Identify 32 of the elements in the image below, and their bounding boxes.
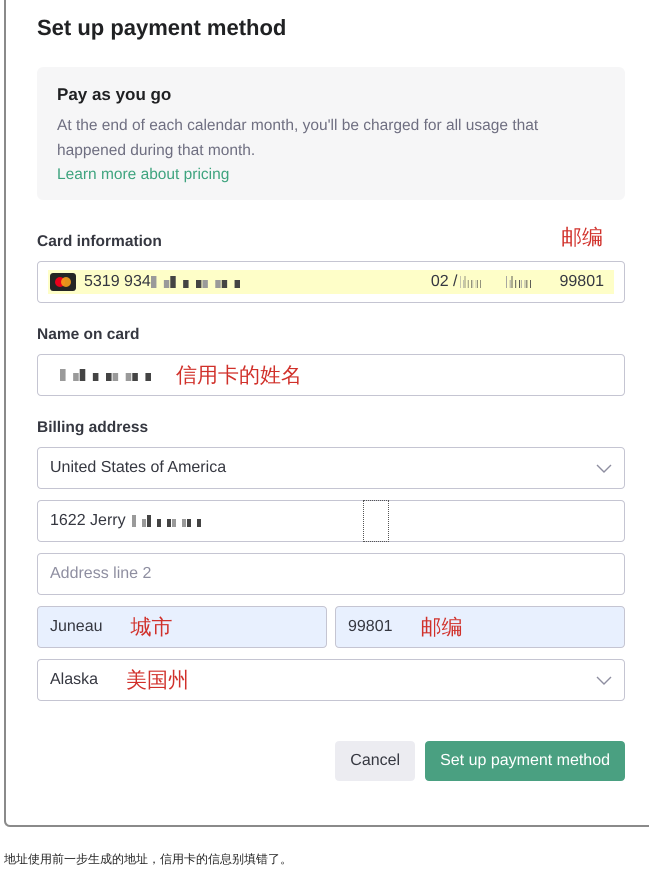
annotation-text: 邮编 <box>561 225 603 251</box>
card-expiry: 02 / <box>430 273 458 291</box>
field-value: Juneau <box>50 618 102 636</box>
input-field[interactable]: 99801 邮编 <box>335 606 625 648</box>
input-field[interactable]: 信用卡的姓名 <box>37 354 625 396</box>
annotation-text: 邮编 <box>420 615 462 641</box>
field-value: United States of America <box>50 459 226 477</box>
chevron-down-icon <box>596 676 612 684</box>
select-field[interactable]: Alaska 美国州 <box>37 659 625 701</box>
input-field[interactable]: 1622 Jerry <box>37 500 625 542</box>
annotation-text: 美国州 <box>126 668 190 694</box>
field-value: 1622 Jerry <box>50 512 126 530</box>
card-number: 5319 934 <box>84 273 151 291</box>
input-field[interactable]: Juneau 城市 <box>37 606 327 648</box>
annotation-text: 城市 <box>130 615 172 641</box>
caption-text: 地址使用前一步生成的地址，信用卡的信息别填错了。 <box>4 851 293 868</box>
plan-description: At the end of each calendar month, you'll be charged for all usage that happened during that month. <box>57 116 540 161</box>
field-label: Name on card <box>37 326 140 344</box>
card-postal-code: 99801 <box>560 273 604 291</box>
field-value: Alaska <box>50 671 98 689</box>
field-label: Card information <box>37 233 162 251</box>
annotation-text: 信用卡的姓名 <box>176 363 302 389</box>
field-value: 99801 <box>348 618 392 636</box>
cancel-button[interactable]: Cancel <box>335 741 416 781</box>
dialog-title: Set up payment method <box>37 14 288 42</box>
field-label: Billing address <box>37 419 148 437</box>
card-field[interactable]: 5319 934 02 / 99801 <box>37 261 625 303</box>
field-placeholder: Address line 2 <box>50 565 152 583</box>
card-brand-icon <box>50 273 76 291</box>
plan-title: Pay as you go <box>57 85 172 105</box>
chevron-down-icon <box>596 464 612 472</box>
select-field[interactable]: United States of America <box>37 447 625 489</box>
